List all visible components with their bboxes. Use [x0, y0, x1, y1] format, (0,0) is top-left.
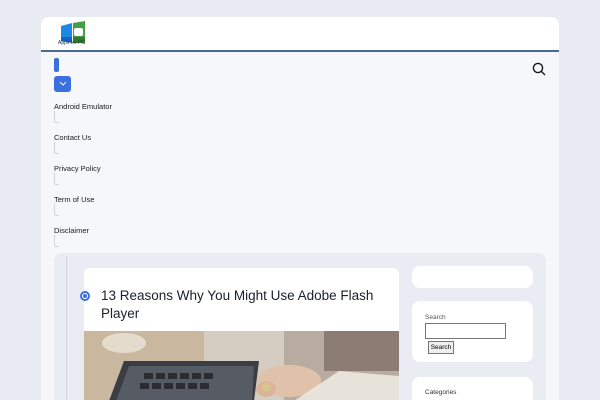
search-label: Search — [425, 314, 446, 321]
main-nav: Android Emulator Contact Us Privacy Poli… — [54, 96, 112, 251]
sidebar-search-widget: Search Search — [412, 301, 533, 362]
nav-item-label[interactable]: Term of Use — [54, 195, 94, 204]
nav-divider — [54, 111, 59, 123]
timeline-line — [66, 256, 67, 400]
logo-text: Apps for PC — [58, 40, 85, 46]
nav-item-disclaimer[interactable]: Disclaimer — [54, 220, 112, 251]
sidebar-categories-widget: Categories — [412, 377, 533, 400]
nav-divider — [54, 204, 59, 216]
chevron-down-icon — [59, 81, 66, 86]
post-featured-image[interactable] — [84, 331, 399, 400]
nav-item-term-of-use[interactable]: Term of Use — [54, 189, 112, 220]
menu-tab[interactable] — [54, 58, 59, 72]
nav-item-label[interactable]: Privacy Policy — [54, 164, 101, 173]
search-icon[interactable] — [531, 61, 547, 77]
sidebar-widget-blank — [412, 266, 533, 288]
nav-item-android-emulator[interactable]: Android Emulator — [54, 96, 112, 127]
menu-toggle-button[interactable] — [54, 76, 71, 92]
nav-item-label[interactable]: Contact Us — [54, 133, 91, 142]
nav-divider — [54, 235, 59, 247]
site-header: Apps for PC — [41, 17, 559, 52]
search-input[interactable] — [425, 323, 506, 339]
post-title[interactable]: 13 Reasons Why You Might Use Adobe Flash… — [101, 287, 391, 323]
nav-divider — [54, 173, 59, 185]
nav-divider — [54, 142, 59, 154]
nav-item-label[interactable]: Android Emulator — [54, 102, 112, 111]
timeline-dot — [80, 291, 90, 301]
nav-item-privacy-policy[interactable]: Privacy Policy — [54, 158, 112, 189]
nav-item-label[interactable]: Disclaimer — [54, 226, 89, 235]
categories-title: Categories — [425, 389, 457, 396]
search-button[interactable]: Search — [428, 341, 454, 354]
nav-item-contact-us[interactable]: Contact Us — [54, 127, 112, 158]
